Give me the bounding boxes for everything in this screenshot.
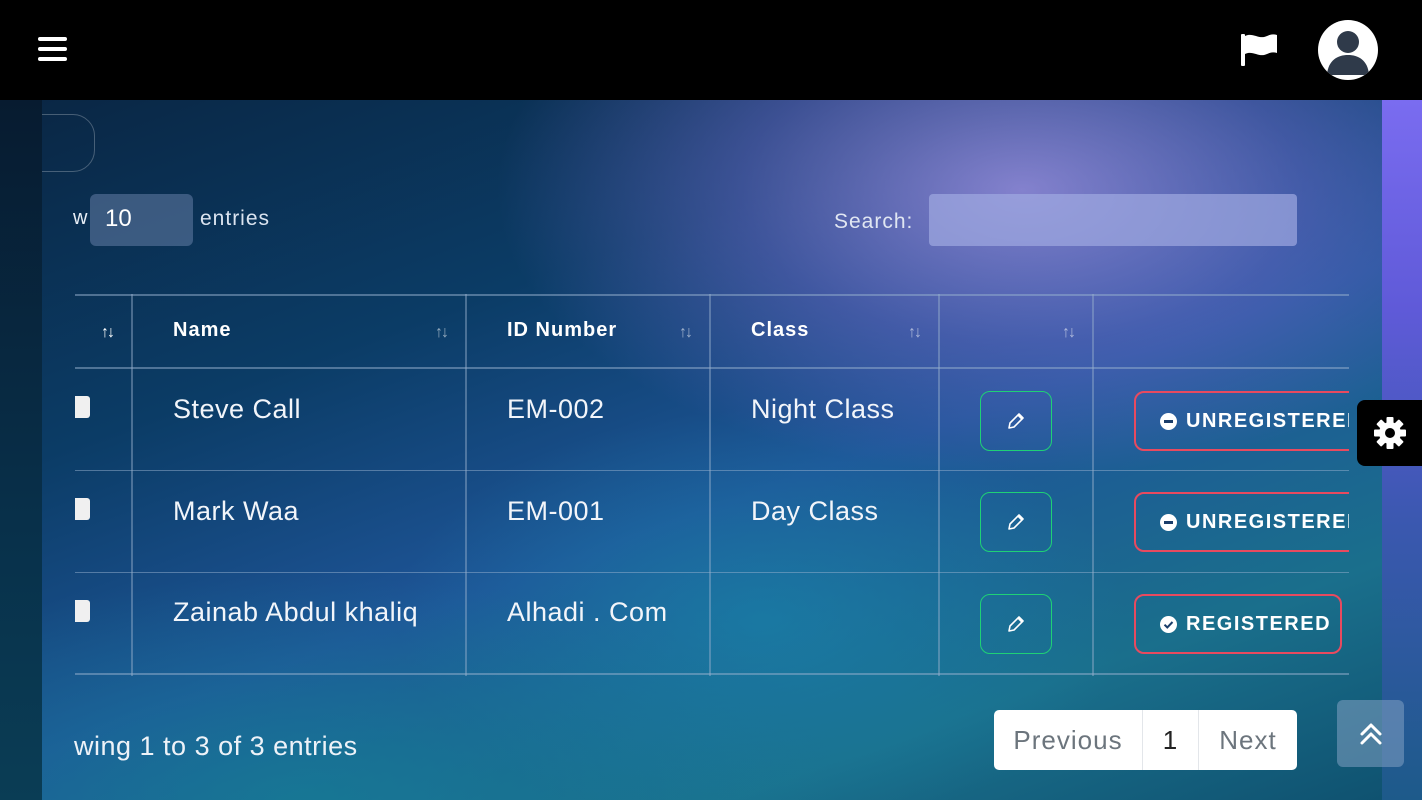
status-label: REGISTERED (1186, 612, 1332, 635)
column-header-id-number[interactable]: ID Number (507, 319, 617, 342)
double-chevron-up-icon (1360, 723, 1381, 744)
partial-button[interactable] (42, 114, 95, 172)
cell-id-number: Alhadi . Com (507, 597, 668, 627)
minus-circle-icon (1160, 513, 1177, 531)
cell-name: Mark Waa (173, 496, 300, 526)
gear-icon (1373, 417, 1406, 449)
sort-icon[interactable]: ↑↓ (679, 324, 693, 342)
cell-name: Steve Call (173, 394, 302, 424)
data-table: ↑↓ Name ↑↓ ID Number ↑↓ Class ↑↓ ↑↓ Stev… (75, 294, 1349, 676)
cell-id-number: EM-002 (507, 394, 605, 424)
column-divider (131, 294, 133, 676)
page-1-button[interactable]: 1 (1143, 710, 1199, 770)
top-navbar (0, 0, 1422, 100)
status-button-registered[interactable]: REGISTERED (1134, 594, 1342, 654)
row-checkbox[interactable] (75, 498, 90, 520)
column-divider (1092, 294, 1094, 676)
cell-class: Night Class (751, 394, 895, 424)
entries-label: entries (200, 207, 271, 230)
sort-icon[interactable]: ↑↓ (908, 324, 922, 342)
sort-icon[interactable]: ↑↓ (435, 324, 449, 342)
row-checkbox[interactable] (75, 396, 90, 418)
row-divider (75, 470, 1349, 471)
minus-circle-icon (1160, 412, 1177, 430)
main-content: w 10 entries Search: ↑↓ Name ↑↓ ID Numbe… (42, 100, 1382, 800)
entries-length-select[interactable]: 10 (90, 194, 193, 246)
next-page-button[interactable]: Next (1199, 710, 1297, 770)
column-divider (938, 294, 940, 676)
check-circle-icon (1160, 615, 1177, 633)
edit-button[interactable] (980, 391, 1052, 451)
status-button-unregistered[interactable]: UNREGISTERED (1134, 492, 1349, 552)
row-divider (75, 572, 1349, 573)
search-input[interactable] (929, 194, 1297, 246)
search-label: Search: (834, 210, 914, 233)
row-checkbox[interactable] (75, 600, 90, 622)
previous-page-button[interactable]: Previous (994, 710, 1143, 770)
column-divider (465, 294, 467, 676)
pencil-icon (1008, 413, 1024, 429)
settings-gear-button[interactable] (1357, 400, 1422, 466)
status-button-unregistered[interactable]: UNREGISTERED (1134, 391, 1349, 451)
user-avatar-icon[interactable] (1318, 20, 1378, 80)
sort-icon[interactable]: ↑↓ (1062, 324, 1076, 342)
scroll-to-top-button[interactable] (1337, 700, 1404, 767)
hamburger-icon[interactable] (38, 37, 67, 61)
cell-class: Day Class (751, 496, 879, 526)
pencil-icon (1008, 514, 1024, 530)
status-label: UNREGISTERED (1186, 510, 1349, 533)
column-header-class[interactable]: Class (751, 319, 809, 342)
header-bottom-border (75, 367, 1349, 369)
column-divider (709, 294, 711, 676)
left-gutter (0, 100, 42, 800)
pencil-icon (1008, 616, 1024, 632)
pagination: Previous 1 Next (994, 710, 1297, 770)
table-bottom-border (75, 673, 1349, 675)
cell-id-number: EM-001 (507, 496, 605, 526)
column-header-name[interactable]: Name (173, 319, 231, 342)
sort-icon[interactable]: ↑↓ (101, 324, 115, 342)
edit-button[interactable] (980, 492, 1052, 552)
flag-icon[interactable] (1239, 31, 1279, 67)
table-top-border (75, 294, 1349, 296)
table-info-text: wing 1 to 3 of 3 entries (74, 731, 358, 761)
show-label: w (73, 207, 88, 229)
cell-name: Zainab Abdul khaliq (173, 597, 419, 627)
status-label: UNREGISTERED (1186, 409, 1349, 432)
edit-button[interactable] (980, 594, 1052, 654)
